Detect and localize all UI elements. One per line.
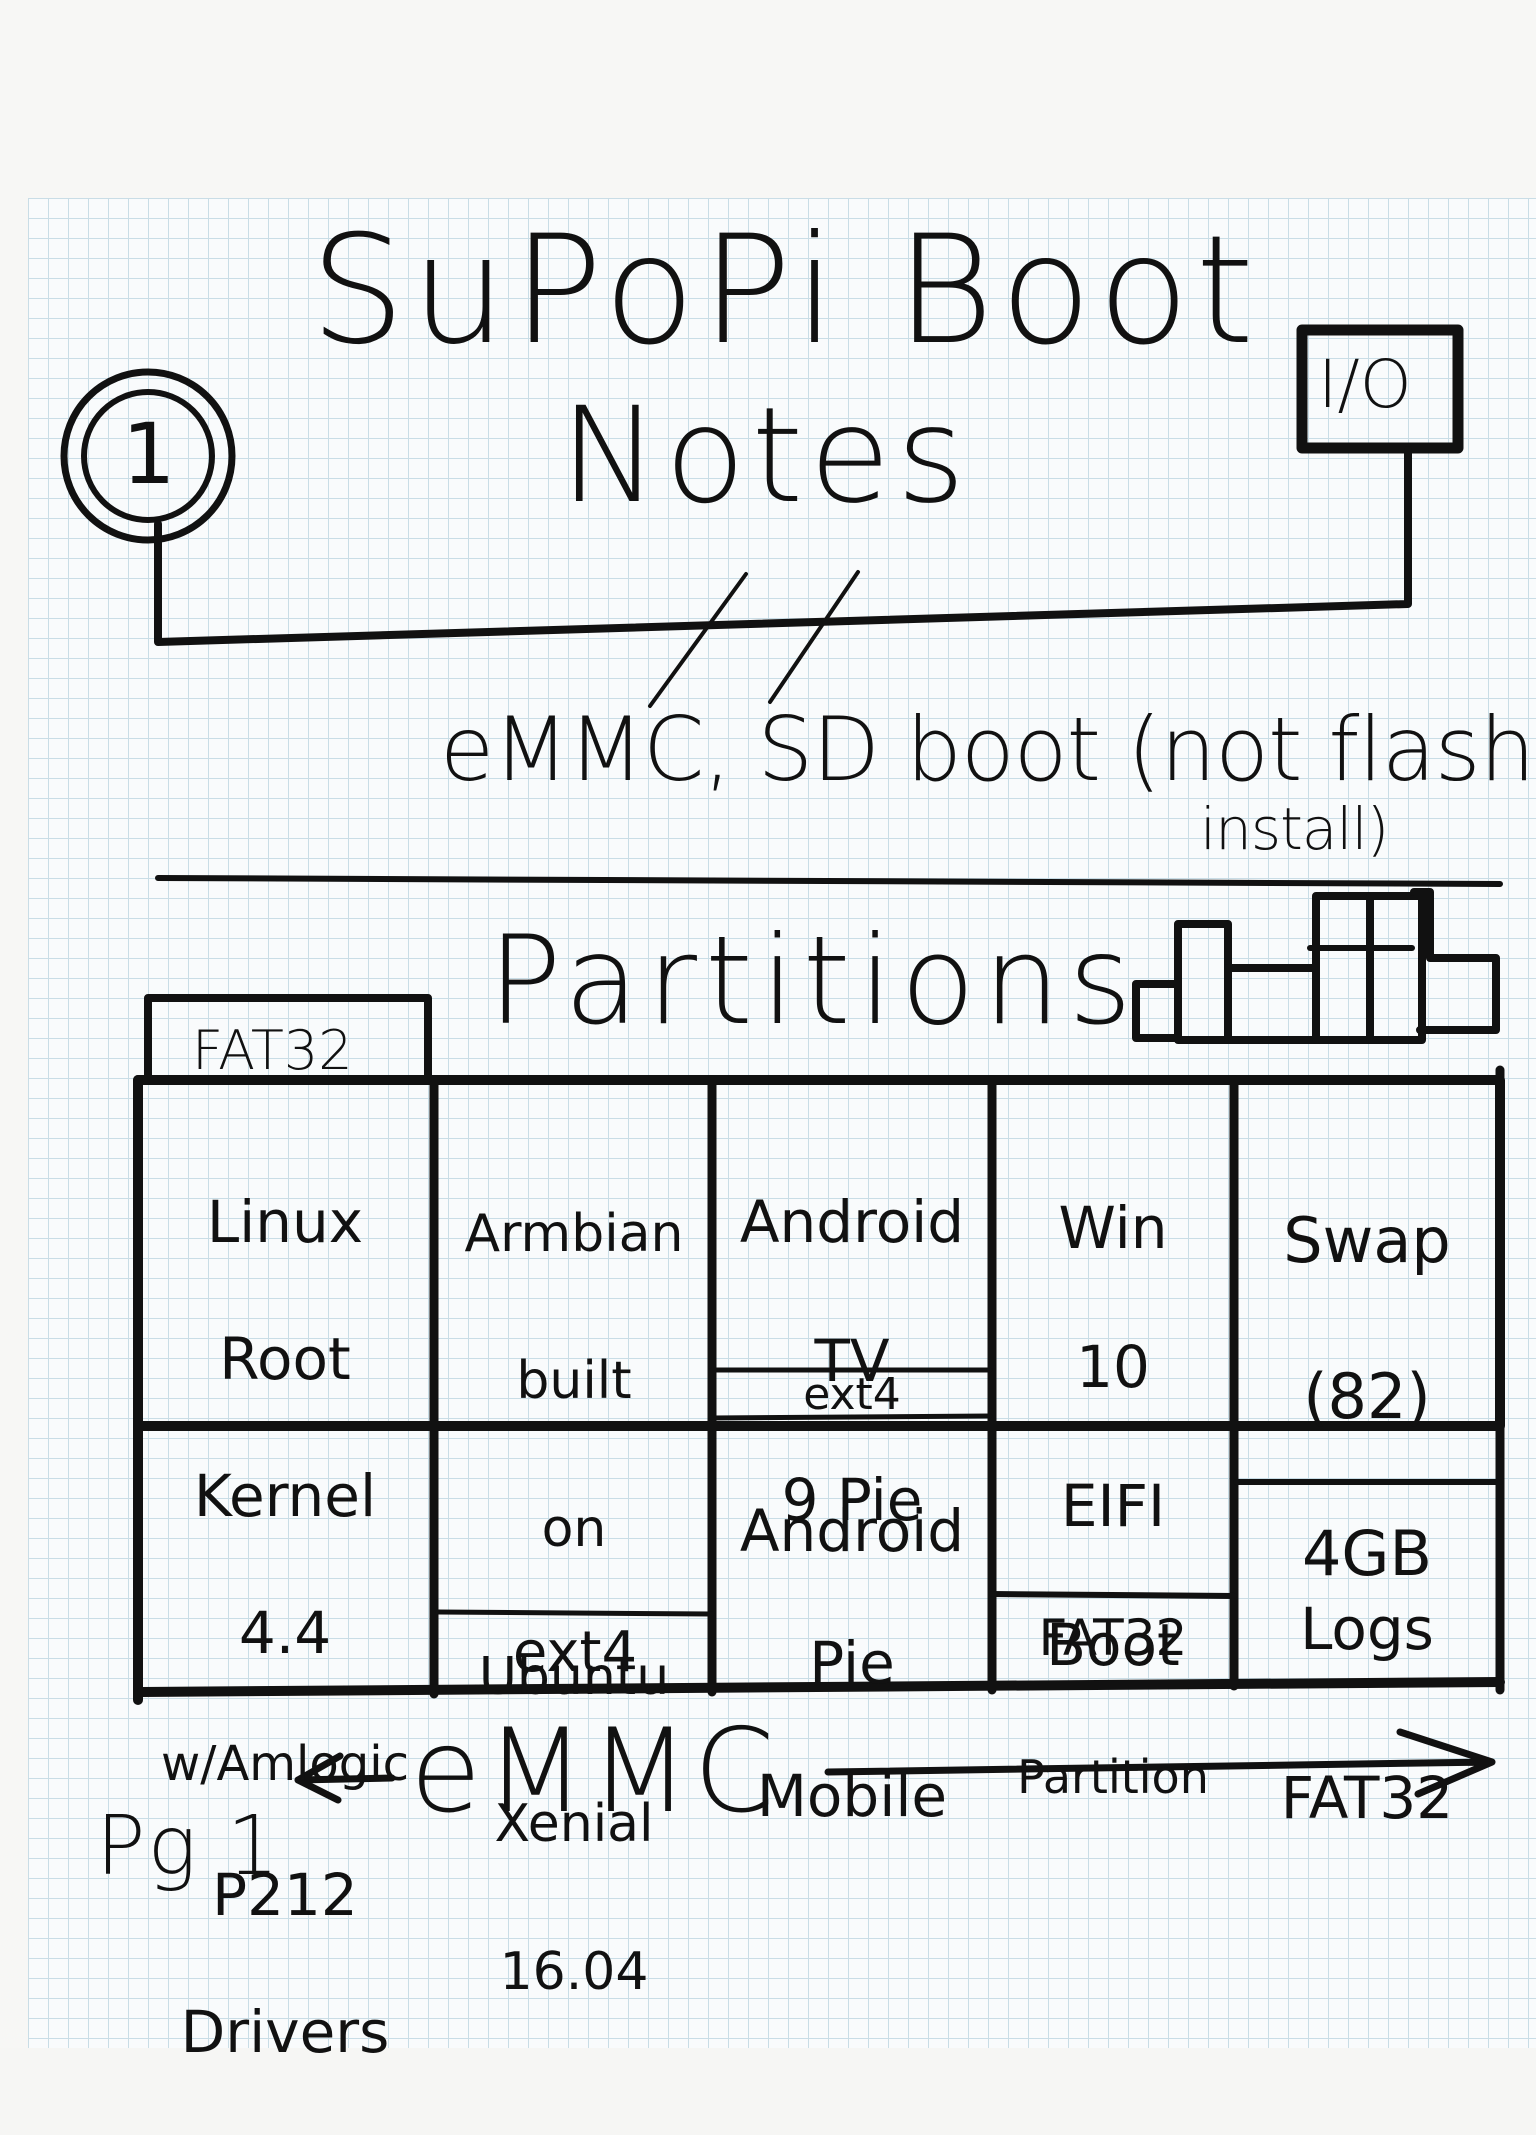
android-fs-label: ext4 [803, 1369, 901, 1420]
boot-subtitle-line-2: install) [1200, 795, 1389, 863]
win-line-5: Partition [1017, 1750, 1209, 1805]
armbian-line-1: Armbian [464, 1203, 684, 1264]
chart-doodle [1132, 888, 1500, 1044]
right-badge-label: I/O [1318, 346, 1412, 423]
title-line-1: SuPoPi Boot [310, 204, 1261, 378]
linux-line-7: Drivers [180, 1997, 390, 2066]
boot-subtitle-line-1: eMMC, SD boot (not flash [440, 698, 1535, 801]
notebook-page: SuPoPi Boot Notes 1 I/O eMMC, SD boot (n… [0, 0, 1536, 2066]
win-fs-label: FAT32 [1038, 1609, 1188, 1667]
partition-linux: Linux Root Kernel 4.4 w/Amlogic P212 Dri… [140, 1120, 430, 2135]
androidmobile-line-2: Pie [809, 1629, 895, 1698]
linux-line-2: Root [219, 1325, 351, 1394]
divider-rule [155, 875, 1503, 887]
swap-line-1: Swap [1283, 1204, 1451, 1278]
win-line-2: 10 [1076, 1332, 1150, 1401]
androidmobile-line-1: Android [739, 1497, 965, 1566]
emmc-label: eMMC [410, 1704, 779, 1839]
section-heading: Partitions [488, 910, 1140, 1052]
partition-win10: Win 10 EIFI Boot Partition [994, 1124, 1232, 1875]
armbian-line-6: 16.04 [499, 1942, 649, 2003]
win-line-1: Win [1058, 1193, 1168, 1262]
linux-line-4: 4.4 [238, 1599, 332, 1668]
title-line-2: Notes [560, 379, 972, 533]
linux-line-5: w/Amlogic [161, 1735, 409, 1792]
armbian-line-3: on [541, 1499, 607, 1560]
partition-logs: Logs FAT32 [1236, 1502, 1498, 1925]
linux-line-3: Kernel [193, 1462, 377, 1531]
left-badge-number: 1 [122, 405, 178, 503]
tick-mark-2 [768, 570, 860, 704]
page-label: Pg 1 [96, 1799, 281, 1894]
armbian-fs-label: ext4 [512, 1620, 638, 1685]
top-fs-label: FAT32 [192, 1019, 353, 1082]
logs-line-1: Logs [1300, 1594, 1434, 1663]
logs-line-2: FAT32 [1280, 1764, 1454, 1833]
tick-mark-1 [648, 572, 748, 708]
partition-armbian: Armbian built on Ubuntu Xenial 16.04 [438, 1124, 710, 2084]
linux-line-1: Linux [206, 1188, 364, 1257]
swap-line-2: (82) [1303, 1360, 1431, 1434]
androidtv-line-1: Android [739, 1187, 965, 1256]
armbian-line-2: built [516, 1351, 632, 1412]
win-line-3: EIFI [1060, 1471, 1166, 1540]
